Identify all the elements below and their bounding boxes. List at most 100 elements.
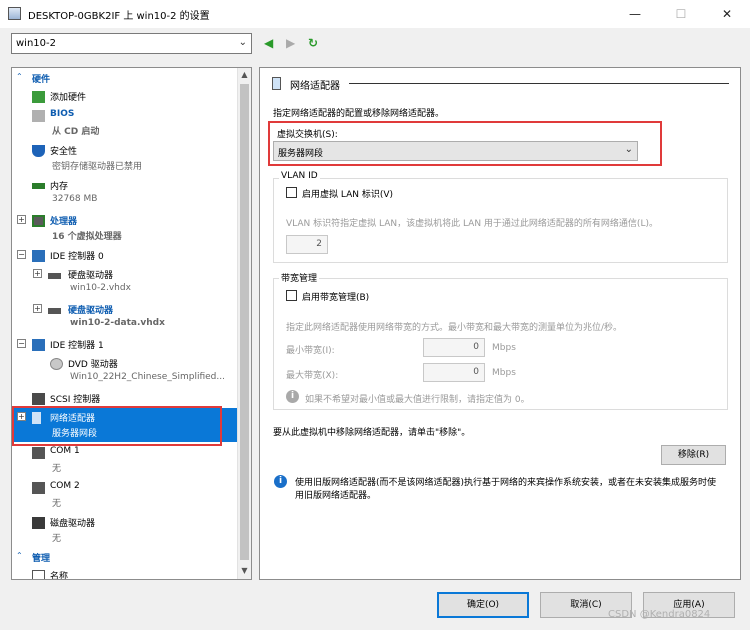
tree-item-label: 硬盘驱动器: [68, 271, 114, 281]
com-port-icon: [32, 447, 45, 459]
remove-button[interactable]: 移除(R): [661, 445, 726, 465]
bandwidth-checkbox[interactable]: [286, 290, 297, 301]
refresh-icon[interactable]: ↻: [308, 36, 318, 50]
bandwidth-group-label: 带宽管理: [279, 271, 320, 284]
management-section-label: 管理: [32, 554, 51, 564]
bios-icon: [32, 110, 45, 122]
tree-item-label: COM 1: [50, 446, 80, 456]
ide-controller-icon: [32, 339, 45, 351]
max-bandwidth-label: 最大带宽(X):: [286, 371, 339, 381]
tree-item-label: IDE 控制器 0: [50, 252, 104, 262]
diskette-icon: [32, 517, 45, 529]
maximize-button[interactable]: ☐: [658, 0, 704, 28]
tree-item-label: 名称: [50, 572, 69, 580]
collapse-icon[interactable]: −: [17, 250, 26, 259]
tree-item-hard-drive-1[interactable]: + 硬盘驱动器 win10-2.vhdx: [12, 265, 238, 299]
tree-item-label: COM 2: [50, 481, 80, 491]
tree-item-sub: 无: [52, 534, 62, 544]
tree-item-label: 硬盘驱动器: [68, 306, 114, 316]
management-section-header[interactable]: ⌃ 管理: [12, 549, 238, 565]
hyperv-settings-icon: [8, 7, 21, 20]
info-icon: i: [286, 390, 299, 403]
max-bandwidth-unit: Mbps: [492, 368, 516, 378]
tree-item-bios[interactable]: BIOS 从 CD 启动: [12, 106, 238, 140]
tree-item-dvd[interactable]: DVD 驱动器 Win10_22H2_Chinese_Simplified...: [12, 354, 238, 388]
dvd-icon: [50, 358, 63, 370]
ide-controller-icon: [32, 250, 45, 262]
tree-item-sub: 从 CD 启动: [52, 127, 100, 137]
expand-icon[interactable]: +: [33, 269, 42, 278]
tree-item-label: DVD 驱动器: [68, 360, 118, 370]
hardware-tree[interactable]: ⌃ 硬件 添加硬件 BIOS 从 CD 启动 安全性 密钥存储驱动器已禁用 内存…: [11, 67, 252, 580]
tree-item-processor[interactable]: + 处理器 16 个虚拟处理器: [12, 211, 238, 245]
vlan-description: VLAN 标识符指定虚拟 LAN，该虚拟机将此 LAN 用于通过此网络适配器的所…: [286, 219, 658, 229]
bandwidth-description: 指定此网络适配器使用网络带宽的方式。最小带宽和最大带宽的测量单位为兆位/秒。: [286, 323, 623, 333]
tree-item-label: 处理器: [50, 217, 78, 227]
info-icon: i: [274, 475, 287, 488]
title-bar: DESKTOP-0GBK2IF 上 win10-2 的设置 — ☐ ✕: [0, 0, 750, 28]
vm-selector[interactable]: win10-2 ⌄: [11, 33, 252, 54]
tree-item-sub: 无: [52, 464, 62, 474]
processor-icon: [32, 215, 45, 227]
vlan-group-label: VLAN ID: [279, 171, 320, 181]
add-hardware-icon: [32, 91, 45, 103]
hard-drive-icon: [48, 273, 61, 279]
min-bandwidth-unit: Mbps: [492, 343, 516, 353]
tree-item-com1[interactable]: COM 1 无: [12, 443, 238, 477]
chevron-down-icon: ⌄: [238, 37, 247, 48]
shield-icon: [32, 145, 45, 157]
scrollbar-thumb[interactable]: [240, 84, 249, 560]
tree-item-label: SCSI 控制器: [50, 395, 101, 405]
bandwidth-hint: 如果不希望对最小值或最大值进行限制，请指定值为 0。: [305, 395, 530, 405]
scroll-up-icon[interactable]: ▲: [238, 70, 251, 79]
scroll-down-icon[interactable]: ▼: [238, 566, 251, 575]
tree-item-sub: Win10_22H2_Chinese_Simplified...: [70, 372, 225, 382]
ok-button[interactable]: 确定(O): [437, 592, 529, 618]
minimize-button[interactable]: —: [612, 0, 658, 28]
close-button[interactable]: ✕: [704, 0, 750, 28]
tree-item-label: BIOS: [50, 109, 75, 119]
collapse-icon[interactable]: −: [17, 339, 26, 348]
hardware-section-header[interactable]: ⌃ 硬件: [12, 70, 238, 86]
tree-scrollbar[interactable]: ▲ ▼: [237, 68, 251, 579]
tree-item-sub: 16 个虚拟处理器: [52, 232, 122, 242]
title-divider: [349, 83, 729, 84]
tree-item-label: 添加硬件: [50, 93, 87, 103]
tree-item-name[interactable]: 名称: [12, 566, 238, 580]
tree-item-sub: win10-2.vhdx: [70, 283, 131, 293]
forward-arrow-icon[interactable]: ▶: [286, 36, 295, 50]
vlan-id-input[interactable]: 2: [286, 235, 328, 254]
tree-item-label: 安全性: [50, 147, 78, 157]
collapse-icon: ⌃: [16, 551, 23, 560]
window-title: DESKTOP-0GBK2IF 上 win10-2 的设置: [28, 11, 210, 22]
tree-item-memory[interactable]: 内存 32768 MB: [12, 176, 238, 210]
scsi-controller-icon: [32, 393, 45, 405]
com-port-icon: [32, 482, 45, 494]
watermark: CSDN @Kendra0824: [608, 609, 711, 620]
name-icon: [32, 570, 45, 579]
tree-item-hard-drive-2[interactable]: + 硬盘驱动器 win10-2-data.vhdx: [12, 300, 238, 334]
tree-item-sub: 32768 MB: [52, 194, 98, 204]
highlight-frame-tree: [12, 406, 222, 446]
network-adapter-icon: [272, 77, 281, 90]
tree-item-security[interactable]: 安全性 密钥存储驱动器已禁用: [12, 141, 238, 175]
tree-item-sub: 密钥存储驱动器已禁用: [52, 162, 143, 172]
panel-description: 指定网络适配器的配置或移除网络适配器。: [273, 109, 445, 119]
min-bandwidth-input[interactable]: 0: [423, 338, 485, 357]
vlan-checkbox-label: 启用虚拟 LAN 标识(V): [302, 190, 394, 200]
panel-title: 网络适配器: [290, 81, 340, 92]
max-bandwidth-input[interactable]: 0: [423, 363, 485, 382]
vlan-checkbox[interactable]: [286, 187, 297, 198]
hard-drive-icon: [48, 308, 61, 314]
legacy-adapter-info: 使用旧版网络适配器(而不是该网络适配器)执行基于网络的来宾操作系统安装，或者在未…: [295, 478, 717, 501]
expand-icon[interactable]: +: [17, 215, 26, 224]
tree-item-label: 磁盘驱动器: [50, 519, 96, 529]
bandwidth-checkbox-label: 启用带宽管理(B): [302, 293, 370, 303]
tree-item-sub: win10-2-data.vhdx: [70, 318, 165, 328]
tree-item-com2[interactable]: COM 2 无: [12, 478, 238, 512]
tree-item-diskette[interactable]: 磁盘驱动器 无: [12, 513, 238, 547]
back-arrow-icon[interactable]: ◀: [264, 36, 273, 50]
expand-icon[interactable]: +: [33, 304, 42, 313]
collapse-icon: ⌃: [16, 72, 23, 81]
min-bandwidth-label: 最小带宽(I):: [286, 346, 335, 356]
